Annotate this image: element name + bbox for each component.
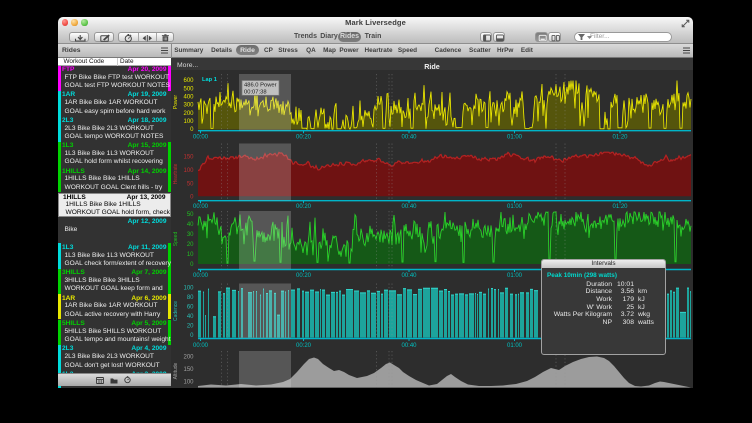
svg-text:0: 0 [190,333,194,339]
svg-text:00:07:38: 00:07:38 [244,89,267,95]
svg-text:Altitude: Altitude [173,362,179,379]
svg-text:01:00: 01:00 [507,273,523,279]
svg-text:100: 100 [183,286,194,292]
svg-text:50: 50 [187,182,194,188]
svg-text:01:00: 01:00 [507,343,523,349]
svg-text:00:40: 00:40 [401,135,417,141]
svg-text:500: 500 [183,86,194,92]
svg-text:200: 200 [183,111,194,117]
svg-text:00:40: 00:40 [401,204,417,210]
svg-text:00:00: 00:00 [193,273,209,279]
svg-text:00:20: 00:20 [296,273,312,279]
svg-text:00:00: 00:00 [193,343,209,349]
svg-text:0: 0 [190,195,194,201]
svg-text:00:20: 00:20 [296,135,312,141]
svg-text:01:00: 01:00 [507,204,523,210]
svg-text:10: 10 [187,252,194,258]
svg-text:100: 100 [183,380,194,386]
svg-text:Cadence: Cadence [173,301,179,321]
svg-text:100: 100 [183,168,194,174]
svg-text:300: 300 [183,103,194,109]
svg-text:80: 80 [187,295,194,301]
svg-text:50: 50 [187,212,194,218]
svg-text:150: 150 [183,367,194,373]
svg-text:0: 0 [190,127,194,133]
svg-text:20: 20 [187,242,194,248]
svg-text:400: 400 [183,94,194,100]
svg-text:150: 150 [183,155,194,161]
svg-text:30: 30 [187,232,194,238]
svg-text:00:20: 00:20 [296,204,312,210]
svg-text:60: 60 [187,305,194,311]
svg-text:01:20: 01:20 [612,135,628,141]
svg-text:00:00: 00:00 [193,204,209,210]
svg-text:00:00: 00:00 [193,135,209,141]
svg-text:Heartrate: Heartrate [173,163,179,184]
svg-text:200: 200 [183,355,194,361]
svg-text:01:20: 01:20 [612,204,628,210]
svg-text:486.0 Power: 486.0 Power [244,82,277,88]
svg-text:Speed: Speed [173,232,179,247]
svg-text:Lap 1: Lap 1 [202,77,217,83]
svg-text:40: 40 [187,222,194,228]
svg-text:00:40: 00:40 [401,343,417,349]
svg-text:100: 100 [183,119,194,125]
svg-text:Power: Power [173,95,179,110]
svg-text:40: 40 [187,314,194,320]
svg-text:0: 0 [190,262,194,268]
svg-text:00:20: 00:20 [296,343,312,349]
svg-text:20: 20 [187,324,194,330]
svg-text:00:40: 00:40 [401,273,417,279]
svg-text:600: 600 [183,78,194,84]
svg-text:01:00: 01:00 [507,135,523,141]
